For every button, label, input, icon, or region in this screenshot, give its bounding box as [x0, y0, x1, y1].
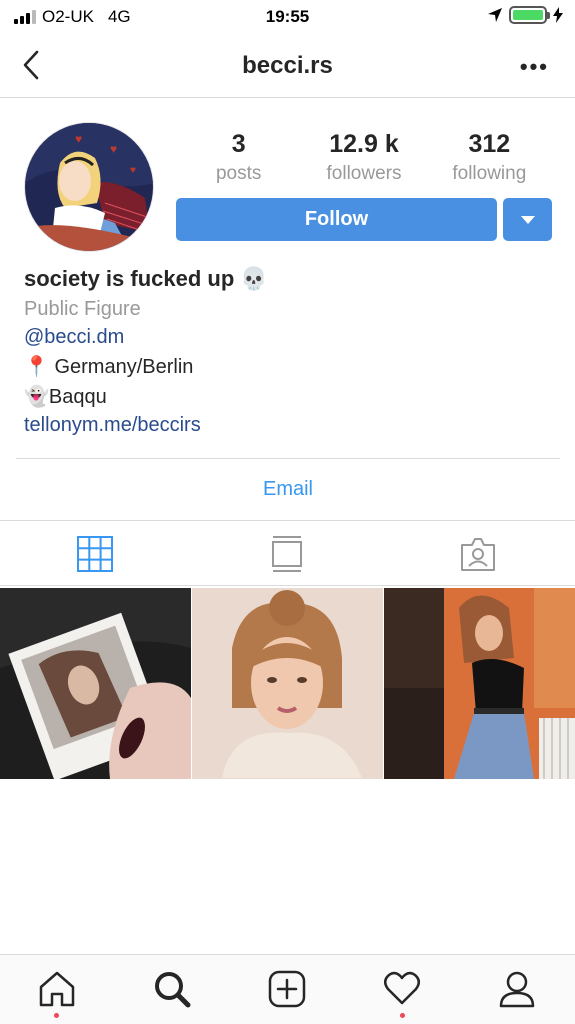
profile-bio: society is fucked up 💀 Public Figure @be… [24, 266, 554, 437]
chevron-down-icon [521, 216, 535, 224]
bio-mention-link[interactable]: @becci.dm [24, 326, 554, 349]
battery-icon [509, 6, 550, 24]
bio-snapchat: 👻Baqqu [24, 386, 107, 408]
more-options-icon[interactable]: ••• [520, 54, 549, 80]
home-icon[interactable] [37, 969, 77, 1009]
svg-text:♥: ♥ [130, 165, 136, 176]
profile-icon[interactable] [497, 969, 537, 1009]
photo-grid [0, 588, 575, 779]
location-arrow-icon [488, 8, 502, 22]
grid-icon[interactable] [76, 535, 114, 573]
bottom-navigation [0, 954, 575, 1024]
posts-count: 3 [231, 130, 246, 158]
followers-count: 12.9 k [329, 130, 399, 158]
home-notification-dot [54, 1013, 59, 1018]
bio-website-link[interactable]: tellonym.me/beccirs [24, 414, 554, 437]
username-title: becci.rs [242, 52, 333, 79]
following-count: 312 [468, 130, 511, 158]
profile-header: becci.rs ••• [0, 34, 575, 98]
stat-followers[interactable]: 12.9 k followers [301, 130, 426, 185]
post-thumbnail[interactable] [192, 588, 383, 779]
feed-icon[interactable] [268, 535, 306, 573]
bio-location: 📍 Germany/Berlin [24, 356, 194, 378]
post-thumbnail[interactable] [0, 588, 191, 779]
add-icon[interactable] [267, 969, 307, 1009]
tagged-icon[interactable] [459, 535, 497, 573]
suggested-dropdown-button[interactable] [503, 198, 552, 241]
profile-name: society is fucked up 💀 [24, 266, 268, 291]
activity-notification-dot [400, 1013, 405, 1018]
svg-text:♥: ♥ [110, 142, 117, 156]
follow-button[interactable]: Follow [176, 198, 497, 241]
posts-label: posts [215, 163, 262, 184]
followers-label: followers [326, 163, 402, 184]
search-icon[interactable] [152, 969, 192, 1009]
heart-icon[interactable] [382, 969, 422, 1009]
status-bar: O2-UK 4G 19:55 [0, 0, 575, 34]
email-button[interactable]: Email [16, 458, 560, 520]
profile-tabs [0, 520, 575, 586]
following-label: following [452, 163, 527, 184]
svg-text:♥: ♥ [75, 132, 82, 146]
charging-icon [553, 7, 563, 23]
avatar[interactable]: ♥ ♥ ♥ [24, 122, 154, 252]
stat-posts[interactable]: 3 posts [176, 130, 301, 185]
profile-category: Public Figure [24, 298, 141, 320]
stat-following[interactable]: 312 following [427, 130, 552, 185]
profile-stats: 3 posts 12.9 k followers 312 following [176, 130, 552, 185]
post-thumbnail[interactable] [384, 588, 575, 779]
